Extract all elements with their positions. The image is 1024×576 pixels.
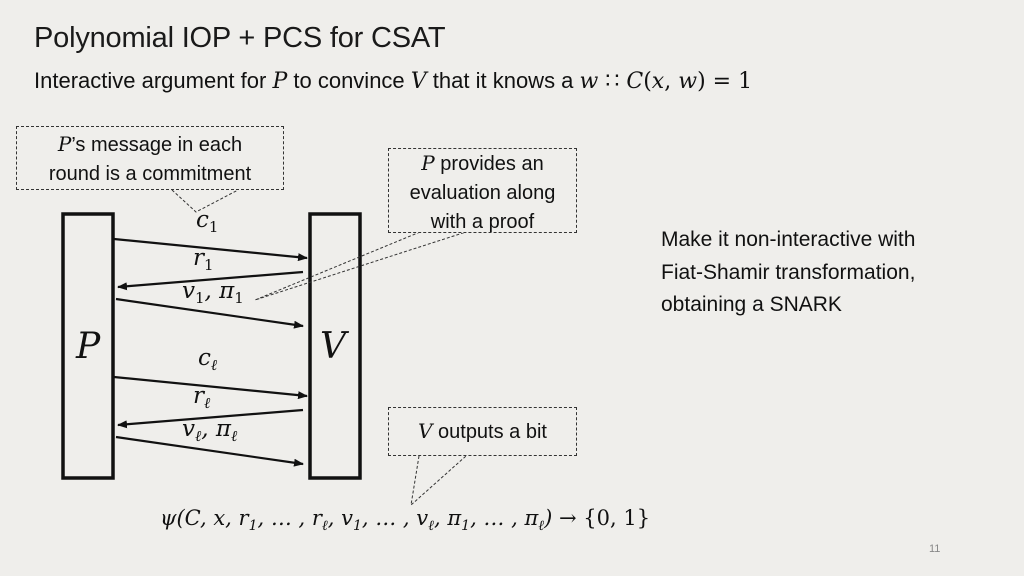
message-subscript: 1 <box>204 256 214 274</box>
message-label-c1: c1 <box>196 207 218 236</box>
callout-text: provides an <box>434 153 544 175</box>
prover-symbol: P <box>421 151 435 175</box>
side-note-line: Fiat-Shamir transformation, <box>661 260 916 284</box>
prover-symbol: P <box>57 132 72 156</box>
verifier-label: V <box>320 326 346 367</box>
formula-part: , … , v <box>361 506 429 530</box>
message-subscript: 1 <box>208 218 219 236</box>
side-note: Make it non-interactive with Fiat-Shamir… <box>661 224 1001 322</box>
message-symbol: r <box>193 383 204 409</box>
message-symbol: c <box>196 207 209 233</box>
message-symbol: v <box>182 416 195 442</box>
formula-output: → {0, 1} <box>552 506 651 530</box>
side-note-line: obtaining a SNARK <box>661 293 842 316</box>
output-callout: V outputs a bit <box>388 407 577 456</box>
commitment-callout: P’s message in each round is a commitmen… <box>16 126 284 190</box>
message-subscript: 1 <box>234 289 244 307</box>
formula-part: , … , π <box>470 506 539 530</box>
formula-subscript: 1 <box>248 518 258 534</box>
formula-subscript: 1 <box>352 518 362 534</box>
output-callout-pointer <box>410 455 467 507</box>
verifier-symbol: V <box>418 419 433 443</box>
message-label-r1: r1 <box>193 245 214 274</box>
formula-part: , π <box>434 506 462 530</box>
message-symbol: π <box>215 416 231 442</box>
callout-text: outputs a bit <box>432 421 547 443</box>
message-symbol: π <box>219 278 235 304</box>
message-label-v1-pi1: v1, π1 <box>182 278 244 307</box>
side-note-line: Make it non-interactive with <box>661 228 916 251</box>
page-number: 11 <box>929 543 941 555</box>
arrow-cl <box>113 375 308 400</box>
message-symbol: v <box>182 278 195 304</box>
formula-part: , … , r <box>257 506 322 530</box>
message-label-vl-pil: vℓ, πℓ <box>182 416 238 445</box>
psi-symbol: ψ <box>160 506 177 530</box>
message-label-cl: cℓ <box>198 345 217 375</box>
formula-subscript: 1 <box>461 518 471 534</box>
message-label-rl: rℓ <box>193 383 210 413</box>
evaluation-callout: P provides an evaluation along with a pr… <box>388 148 577 233</box>
message-subscript: ℓ <box>204 394 211 412</box>
callout-text: ’s message in each <box>71 134 243 156</box>
formula-part: , v <box>327 506 353 530</box>
prover-label: P <box>76 326 101 367</box>
message-symbol: r <box>193 245 204 271</box>
message-subscript: ℓ <box>231 427 238 445</box>
verification-formula: ψ(C, x, r1, … , rℓ, v1, … , vℓ, π1, … , … <box>160 506 650 535</box>
callout-text: with a proof <box>430 211 535 233</box>
formula-part: (C, x, r <box>176 506 249 530</box>
message-subscript: ℓ <box>210 356 218 374</box>
callout-text: evaluation along <box>409 182 556 204</box>
message-symbol: c <box>198 345 211 371</box>
message-subscript: 1 <box>195 289 205 307</box>
callout-text: round is a commitment <box>48 163 252 185</box>
